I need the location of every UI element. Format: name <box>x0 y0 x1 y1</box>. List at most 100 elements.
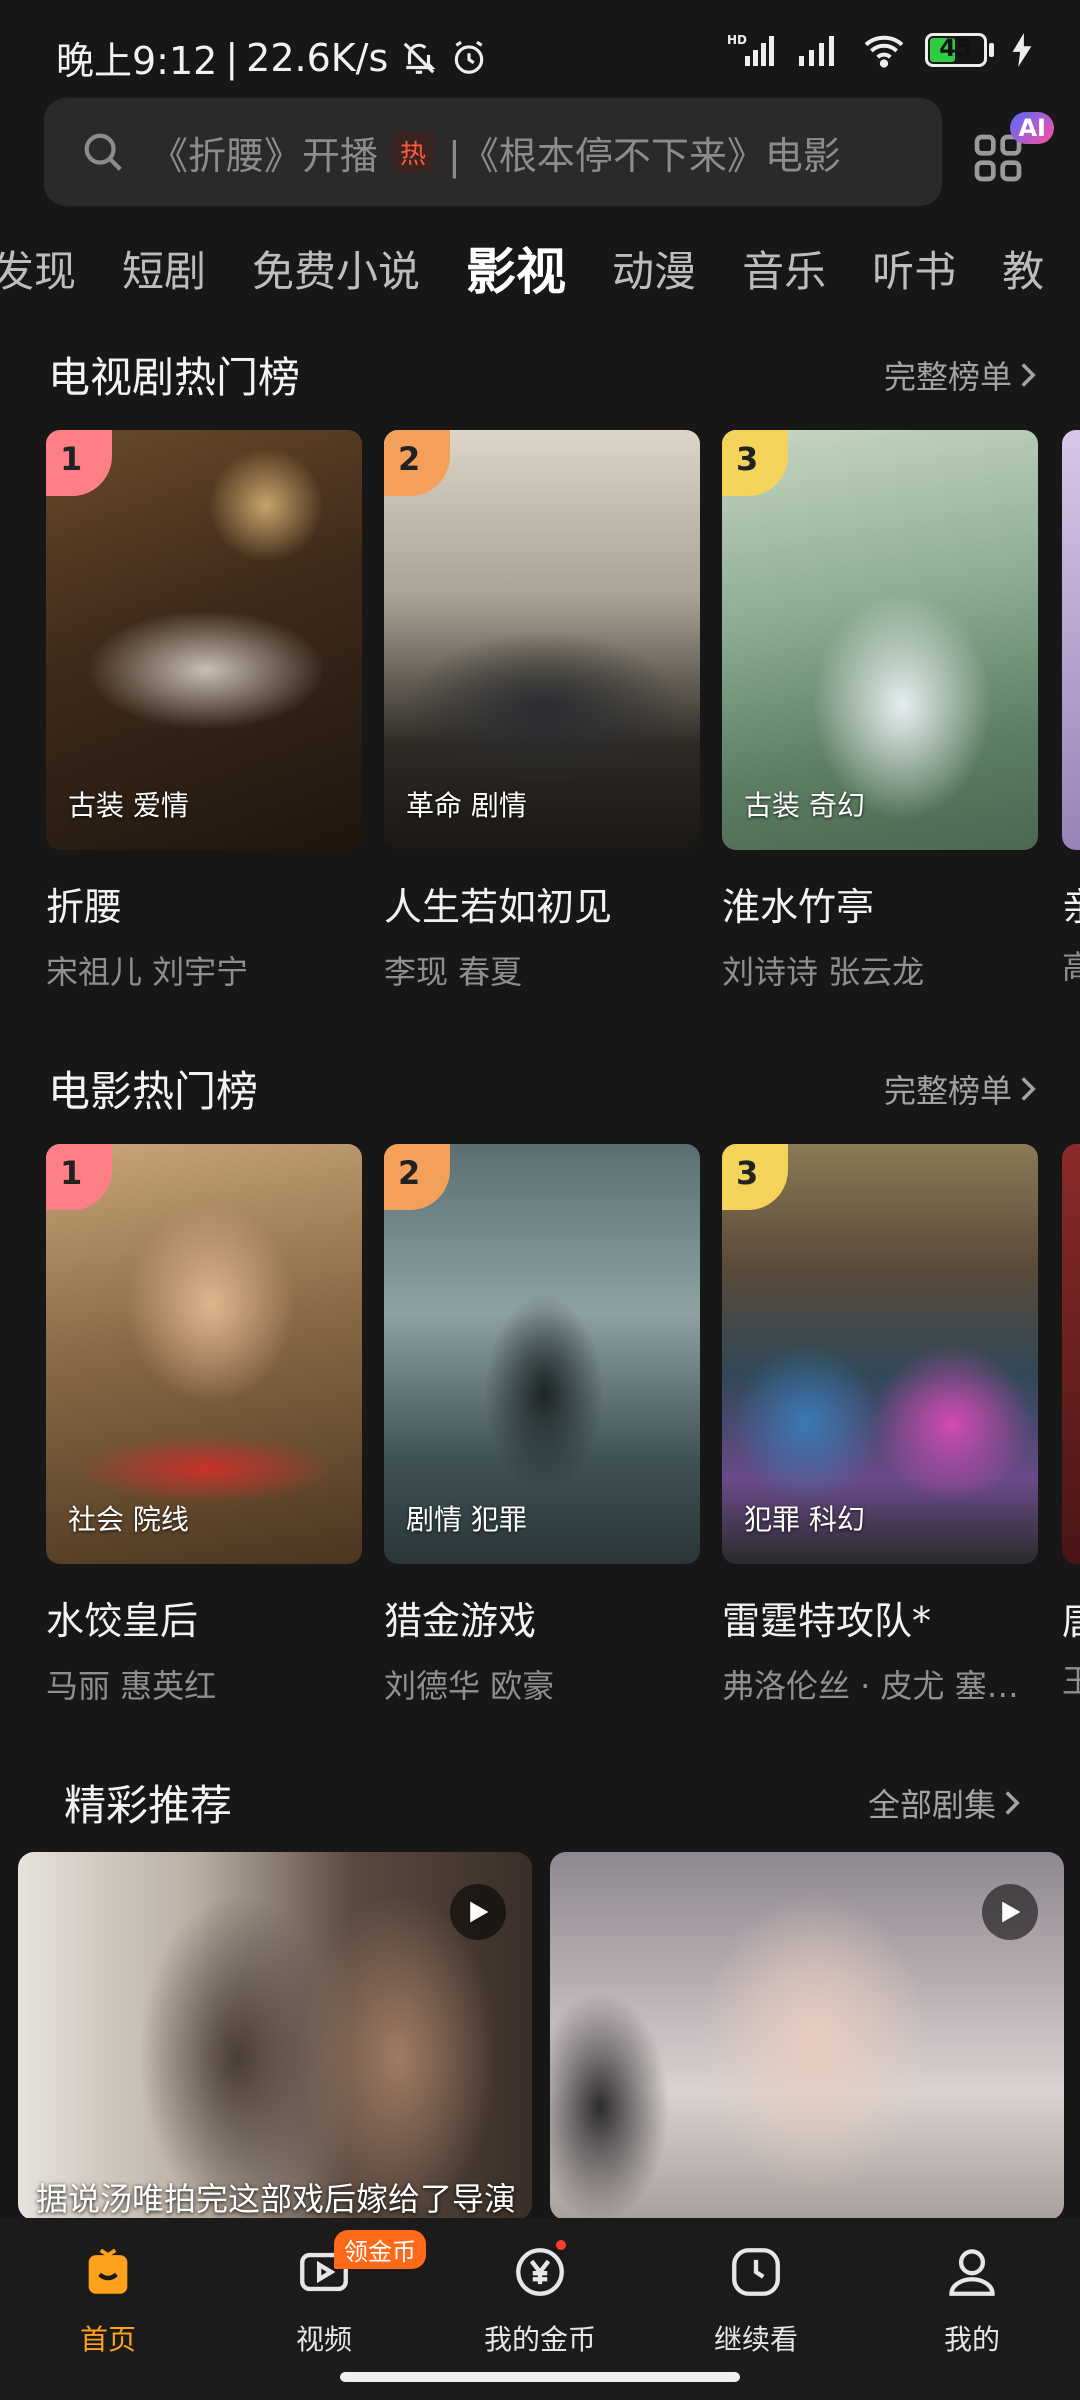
search-bar[interactable]: 《折腰》开播 热 |《根本停不下来》电影 <box>44 98 942 206</box>
movie-card-1[interactable]: 1 社会 院线 水饺皇后 马丽 惠英红 <box>46 1144 362 1707</box>
poster-image: 2 革命 剧情 <box>384 430 700 850</box>
card-cast: 刘诗诗 张云龙 <box>722 953 925 991</box>
play-icon <box>1002 1901 1021 1923</box>
rank-badge: 3 <box>722 1144 788 1210</box>
play-button[interactable] <box>450 1884 506 1940</box>
tv-peek-title: 亲 <box>1062 876 1080 931</box>
user-icon <box>949 2249 995 2296</box>
card-cast: 刘德华 欧豪 <box>384 1667 555 1705</box>
poster-image: 3 古装 奇幻 <box>722 430 1038 850</box>
battery-level: 45 <box>939 34 973 62</box>
tv-card-2[interactable]: 2 革命 剧情 人生若如初见 李现 春夏 <box>384 430 700 993</box>
coin-icon <box>516 2248 564 2296</box>
full-list-link[interactable]: 完整榜单 <box>884 352 1038 398</box>
chevron-right-icon <box>1021 1076 1036 1101</box>
tv-card-1[interactable]: 1 古装 爱情 折腰 宋祖儿 刘宇宁 <box>46 430 362 993</box>
wifi-icon <box>864 35 904 68</box>
card-title: 雷霆特攻队* <box>722 1599 932 1643</box>
nav-continue-watching[interactable]: 继续看 <box>666 2236 846 2358</box>
ai-badge: AI <box>1010 112 1054 144</box>
hot-badge: 热 <box>392 131 435 173</box>
play-button[interactable] <box>982 1884 1038 1940</box>
nav-label: 首页 <box>79 2323 136 2356</box>
poster-image: 1 古装 爱情 <box>46 430 362 850</box>
poster-tags: 古装 奇幻 <box>744 789 865 822</box>
tv-card-3[interactable]: 3 古装 奇幻 淮水竹亭 刘诗诗 张云龙 <box>722 430 1038 993</box>
nav-video[interactable]: 视频 领金币 <box>234 2230 426 2358</box>
status-right: HD 45 <box>727 32 1032 68</box>
section-title: 精彩推荐 <box>64 1781 233 1830</box>
clock: 晚上9:12 <box>56 39 218 83</box>
card-cast: 宋祖儿 刘宇宁 <box>46 953 249 991</box>
nav-me[interactable]: 我的 <box>882 2236 1062 2358</box>
tab-music[interactable]: 音乐 <box>742 238 826 304</box>
movie-peek-cast: 王 <box>1062 1662 1080 1700</box>
tv-card-peek[interactable] <box>1062 430 1080 850</box>
movie-card-peek[interactable] <box>1062 1144 1080 1564</box>
nav-home[interactable]: 首页 <box>18 2236 198 2358</box>
tab-discover[interactable]: 发现 <box>0 238 76 304</box>
search-icon <box>84 133 122 171</box>
tab-audiobook[interactable]: 听书 <box>872 238 956 304</box>
notification-dot <box>556 2240 566 2250</box>
status-bar: 晚上9:12 | 22.6K/s HD 45 <box>0 0 1080 100</box>
poster-tags: 剧情 犯罪 <box>406 1503 527 1536</box>
signal-icon <box>799 36 834 66</box>
rank-badge: 1 <box>46 1144 112 1210</box>
category-tabs: 发现 短剧 免费小说 影视 动漫 音乐 听书 教 <box>0 238 1080 304</box>
status-left: 晚上9:12 | 22.6K/s <box>56 30 488 85</box>
movie-card-2[interactable]: 2 剧情 犯罪 猎金游戏 刘德华 欧豪 <box>384 1144 700 1707</box>
full-list-link[interactable]: 完整榜单 <box>884 1066 1038 1112</box>
poster-tags: 古装 爱情 <box>68 789 189 822</box>
search-placeholder-part1: 《折腰》开播 <box>150 133 379 178</box>
rec-video-2[interactable] <box>550 1852 1064 2220</box>
tab-free-novel[interactable]: 免费小说 <box>252 238 420 304</box>
nav-label: 我的金币 <box>483 2323 596 2356</box>
mute-icon <box>403 42 436 74</box>
apps-ai-button[interactable]: AI <box>970 112 1054 188</box>
rank-badge: 2 <box>384 1144 450 1210</box>
card-title: 淮水竹亭 <box>722 885 875 929</box>
all-episodes-link[interactable]: 全部剧集 <box>868 1780 1022 1826</box>
battery-icon: 45 <box>925 33 994 67</box>
tab-film-tv[interactable]: 影视 <box>466 232 566 304</box>
tab-short-drama[interactable]: 短剧 <box>122 238 206 304</box>
card-title: 猎金游戏 <box>384 1599 537 1643</box>
alarm-icon <box>455 40 484 74</box>
coin-badge: 领金币 <box>334 2230 426 2269</box>
search-placeholder: 《折腰》开播 热 |《根本停不下来》电影 <box>150 125 841 180</box>
tv-section-header: 电视剧热门榜 完整榜单 <box>48 344 1038 405</box>
poster-tags: 社会 院线 <box>68 1503 189 1536</box>
video-caption: 据说汤唯拍完这部戏后嫁给了导演 <box>36 2180 517 2218</box>
nav-my-coins[interactable]: 我的金币 <box>450 2236 630 2358</box>
card-title: 折腰 <box>46 885 123 929</box>
rank-badge: 2 <box>384 430 450 496</box>
chevron-right-icon <box>1005 1790 1020 1815</box>
poster-image: 1 社会 院线 <box>46 1144 362 1564</box>
tab-anime[interactable]: 动漫 <box>612 238 696 304</box>
home-indicator[interactable] <box>340 2372 740 2382</box>
poster-image: 3 犯罪 科幻 <box>722 1144 1038 1564</box>
nav-label: 继续看 <box>713 2323 798 2356</box>
card-cast: 马丽 惠英红 <box>46 1667 217 1705</box>
card-title: 水饺皇后 <box>46 1599 199 1643</box>
tab-education[interactable]: 教 <box>1002 238 1044 304</box>
movie-card-3[interactable]: 3 犯罪 科幻 雷霆特攻队* 弗洛伦丝 · 皮尤 塞… <box>722 1144 1038 1707</box>
nav-label: 视频 <box>295 2323 352 2356</box>
poster-image: 2 剧情 犯罪 <box>384 1144 700 1564</box>
movie-section-header: 电影热门榜 完整榜单 <box>48 1058 1038 1119</box>
home-icon <box>88 2248 128 2294</box>
nav-label: 我的 <box>943 2323 1000 2356</box>
chevron-right-icon <box>1021 362 1036 387</box>
tv-ranking-row: 1 古装 爱情 折腰 宋祖儿 刘宇宁 2 革命 剧情 人生若如初见 李现 春夏 … <box>46 430 1038 993</box>
poster-tags: 犯罪 科幻 <box>744 1503 865 1536</box>
signal-hd-icon: HD <box>727 33 774 66</box>
card-title: 人生若如初见 <box>384 885 613 929</box>
rec-video-1[interactable]: 据说汤唯拍完这部戏后嫁给了导演 <box>18 1852 532 2220</box>
section-title: 电影热门榜 <box>48 1067 259 1116</box>
svg-text:HD: HD <box>727 33 747 47</box>
play-icon <box>470 1901 489 1923</box>
search-placeholder-part2: |《根本停不下来》电影 <box>448 133 841 178</box>
rank-badge: 1 <box>46 430 112 496</box>
poster-tags: 革命 剧情 <box>406 789 527 822</box>
